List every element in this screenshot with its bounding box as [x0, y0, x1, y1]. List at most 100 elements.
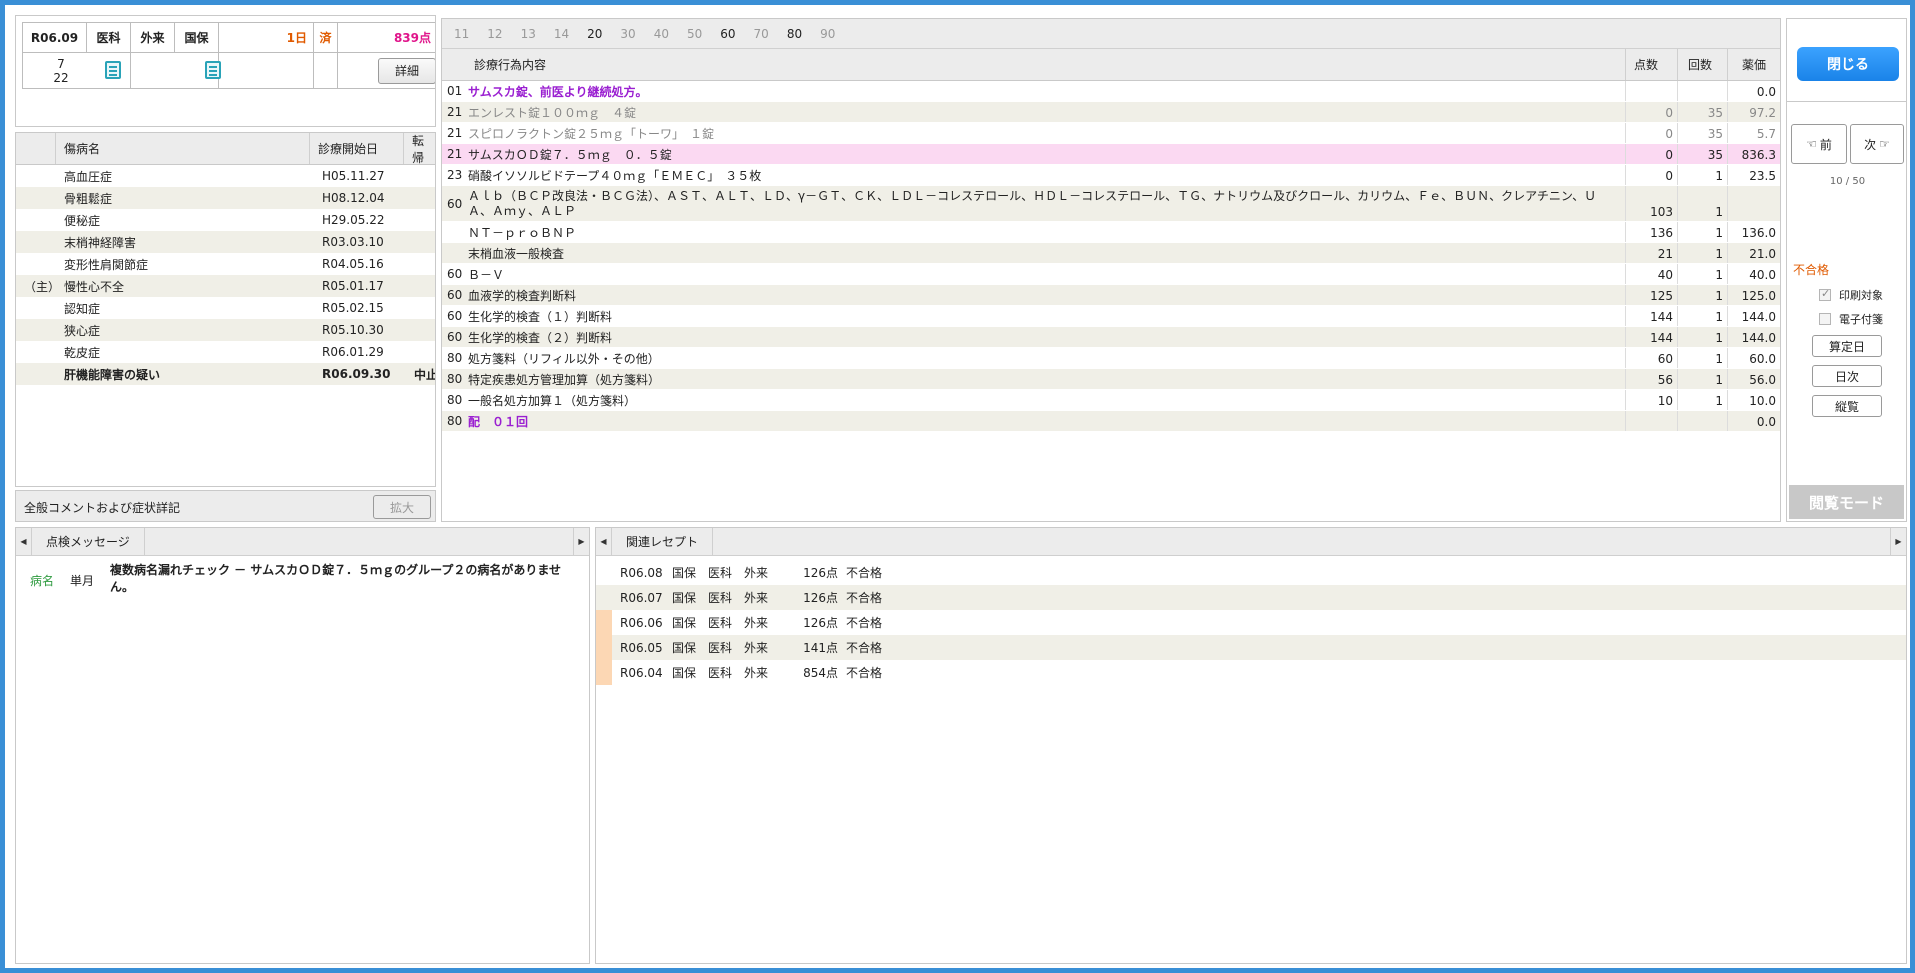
procedure-tab-70[interactable]: 70	[754, 27, 769, 41]
procedure-tab-12[interactable]: 12	[487, 27, 502, 41]
procedure-tab-20[interactable]: 20	[587, 27, 602, 41]
procedure-content-header[interactable]: 診療行為内容	[464, 49, 1626, 80]
procedure-row[interactable]: ＮＴ－ｐｒｏＢＮＰ 136 1 136.0	[442, 222, 1780, 243]
scroll-left-icon[interactable]: ◀	[16, 528, 32, 555]
procedure-code: 60	[447, 288, 463, 302]
procedure-tab-14[interactable]: 14	[554, 27, 569, 41]
expand-button[interactable]: 拡大	[373, 495, 431, 519]
disease-name: 高血圧症	[64, 169, 113, 184]
procedure-code: 80	[447, 372, 463, 386]
daily-button[interactable]: 日次	[1812, 365, 1882, 387]
receipt-dept: 医科	[708, 591, 733, 605]
procedure-tab-50[interactable]: 50	[687, 27, 702, 41]
check-message-row[interactable]: 病名 単月 複数病名漏れチェック － サムスカＯＤ錠７．５ｍｇのグループ２の病名があ…	[16, 562, 589, 596]
print-target-checkbox[interactable]	[1819, 287, 1831, 301]
e-attach-row[interactable]: 電子付箋	[1819, 311, 1883, 327]
procedure-code: 21	[447, 126, 463, 140]
prev-button[interactable]: ☜ 前	[1791, 124, 1847, 164]
vertical-view-button[interactable]: 縦覧	[1812, 395, 1882, 417]
related-receipt-row[interactable]: R06.08 国保 医科 外来 126点 不合格	[596, 560, 1906, 585]
header-day-list-cell: 7 22	[22, 52, 131, 89]
procedure-tab-60[interactable]: 60	[720, 27, 735, 41]
tab-related-receipts[interactable]: 関連レセプト	[612, 528, 714, 555]
calc-date-button[interactable]: 算定日	[1812, 335, 1882, 357]
procedure-row[interactable]: 01 サムスカ錠、前医より継続処方。 0.0	[442, 81, 1780, 102]
receipt-points: 126点	[803, 616, 838, 630]
disease-row[interactable]: 骨粗鬆症 H08.12.04	[16, 187, 435, 209]
document-icon[interactable]	[105, 61, 121, 79]
procedure-row[interactable]: 23 硝酸イソソルビドテープ４０ｍｇ「ＥＭＥＣ」 ３５枚 0 1 23.5	[442, 165, 1780, 186]
disease-name: 認知症	[64, 301, 101, 316]
receipt-date: R06.07	[620, 590, 663, 605]
scroll-right-icon[interactable]: ▶	[573, 528, 589, 555]
procedure-row[interactable]: 80 処方箋料（リフィル以外・その他） 60 1 60.0	[442, 348, 1780, 369]
disease-row[interactable]: 末梢神経障害 R03.03.10	[16, 231, 435, 253]
disease-list-panel: 傷病名 診療開始日 転帰 高血圧症 H05.11.27 骨粗鬆症 H08.12.04 便…	[15, 132, 436, 487]
disease-row[interactable]: 変形性肩関節症 R04.05.16	[16, 253, 435, 275]
disease-row[interactable]: 高血圧症 H05.11.27	[16, 165, 435, 187]
disease-name-header[interactable]: 傷病名	[56, 133, 310, 164]
disease-row[interactable]: 便秘症 H29.05.22	[16, 209, 435, 231]
disease-row[interactable]: 肝機能障害の疑い R06.09.30 中止	[16, 363, 435, 385]
procedure-row[interactable]: 60 Ａｌｂ（ＢＣＰ改良法・ＢＣＧ法）、ＡＳＴ、ＡＬＴ、ＬＤ、γ－ＧＴ、ＣＫ、ＬＤ…	[442, 186, 1780, 222]
print-target-row[interactable]: 印刷対象	[1819, 287, 1883, 303]
procedure-tab-11[interactable]: 11	[454, 27, 469, 41]
procedure-tab-90[interactable]: 90	[820, 27, 835, 41]
tab-check-messages[interactable]: 点検メッセージ	[32, 528, 145, 555]
procedure-tab-30[interactable]: 30	[620, 27, 635, 41]
disease-start-header[interactable]: 診療開始日	[310, 133, 404, 164]
procedure-row[interactable]: 60 生化学的検査（１）判断料 144 1 144.0	[442, 306, 1780, 327]
procedure-count-header[interactable]: 回数	[1678, 49, 1728, 80]
document-icon[interactable]	[205, 61, 221, 79]
view-mode-label: 閲覧モード	[1789, 485, 1904, 519]
procedure-row[interactable]: 80 一般名処方加算１（処方箋料） 10 1 10.0	[442, 390, 1780, 411]
procedure-row[interactable]: 60 Ｂ－Ｖ 40 1 40.0	[442, 264, 1780, 285]
next-button[interactable]: 次 ☞	[1850, 124, 1904, 164]
procedure-row[interactable]: 21 サムスカＯＤ錠７．５ｍｇ ０．５錠 0 35 836.3	[442, 144, 1780, 165]
disease-outcome-header[interactable]: 転帰	[404, 133, 435, 165]
header-date: R06.09	[22, 22, 87, 53]
receipt-points: 126点	[803, 591, 838, 605]
close-button[interactable]: 閉じる	[1797, 47, 1899, 81]
related-receipt-row[interactable]: R06.07 国保 医科 外来 126点 不合格	[596, 585, 1906, 610]
receipt-visit: 外来	[744, 566, 769, 580]
procedure-row[interactable]: 80 配 ０１回 0.0	[442, 411, 1780, 432]
procedure-category-tabs: 11 12 13 14 20 30 40 50 60 70 80 90	[442, 19, 1780, 49]
procedure-row[interactable]: 21 スピロノラクトン錠２５ｍｇ「トーワ」 １錠 0 35 5.7	[442, 123, 1780, 144]
print-target-label: 印刷対象	[1839, 289, 1883, 302]
e-attach-checkbox[interactable]	[1819, 313, 1831, 325]
procedure-points-header[interactable]: 点数	[1626, 49, 1678, 80]
procedure-tab-40[interactable]: 40	[654, 27, 669, 41]
receipt-date: R06.04	[620, 665, 663, 680]
procedure-tab-80[interactable]: 80	[787, 27, 802, 41]
disease-row[interactable]: 狭心症 R05.10.30	[16, 319, 435, 341]
procedure-price-header[interactable]: 薬価	[1728, 49, 1780, 80]
scroll-right-icon[interactable]: ▶	[1890, 528, 1906, 555]
receipt-visit: 外来	[744, 616, 769, 630]
procedure-points: 0	[1626, 165, 1678, 185]
disease-start-date: H29.05.22	[322, 213, 385, 227]
procedure-price: 144.0	[1741, 310, 1776, 324]
disease-row[interactable]: 認知症 R05.02.15	[16, 297, 435, 319]
receipt-insurance: 国保	[672, 591, 697, 605]
disease-name: 慢性心不全	[64, 279, 125, 294]
scroll-left-icon[interactable]: ◀	[596, 528, 612, 555]
disease-row[interactable]: （主） 慢性心不全 R05.01.17	[16, 275, 435, 297]
procedure-row[interactable]: 末梢血液一般検査 21 1 21.0	[442, 243, 1780, 264]
disease-row[interactable]: 乾皮症 R06.01.29	[16, 341, 435, 363]
receipt-points: 854点	[803, 666, 838, 680]
related-receipt-row[interactable]: R06.04 国保 医科 外来 854点 不合格	[596, 660, 1906, 685]
related-receipt-row[interactable]: R06.06 国保 医科 外来 126点 不合格	[596, 610, 1906, 635]
detail-button[interactable]: 詳細	[378, 57, 435, 84]
related-receipt-row[interactable]: R06.05 国保 医科 外来 141点 不合格	[596, 635, 1906, 660]
procedure-price: 60.0	[1749, 352, 1776, 366]
procedure-content: 血液学的検査判断料	[464, 285, 1626, 305]
procedure-row[interactable]: 21 エンレスト錠１００ｍｇ ４錠 0 35 97.2	[442, 102, 1780, 123]
procedure-content: Ａｌｂ（ＢＣＰ改良法・ＢＣＧ法）、ＡＳＴ、ＡＬＴ、ＬＤ、γ－ＧＴ、ＣＫ、ＬＤＬ－…	[464, 186, 1626, 221]
procedure-code: 23	[447, 168, 463, 182]
procedure-row[interactable]: 80 特定疾患処方管理加算（処方箋料） 56 1 56.0	[442, 369, 1780, 390]
procedure-tab-13[interactable]: 13	[521, 27, 536, 41]
receipt-insurance: 国保	[672, 666, 697, 680]
procedure-row[interactable]: 60 生化学的検査（２）判断料 144 1 144.0	[442, 327, 1780, 348]
procedure-row[interactable]: 60 血液学的検査判断料 125 1 125.0	[442, 285, 1780, 306]
